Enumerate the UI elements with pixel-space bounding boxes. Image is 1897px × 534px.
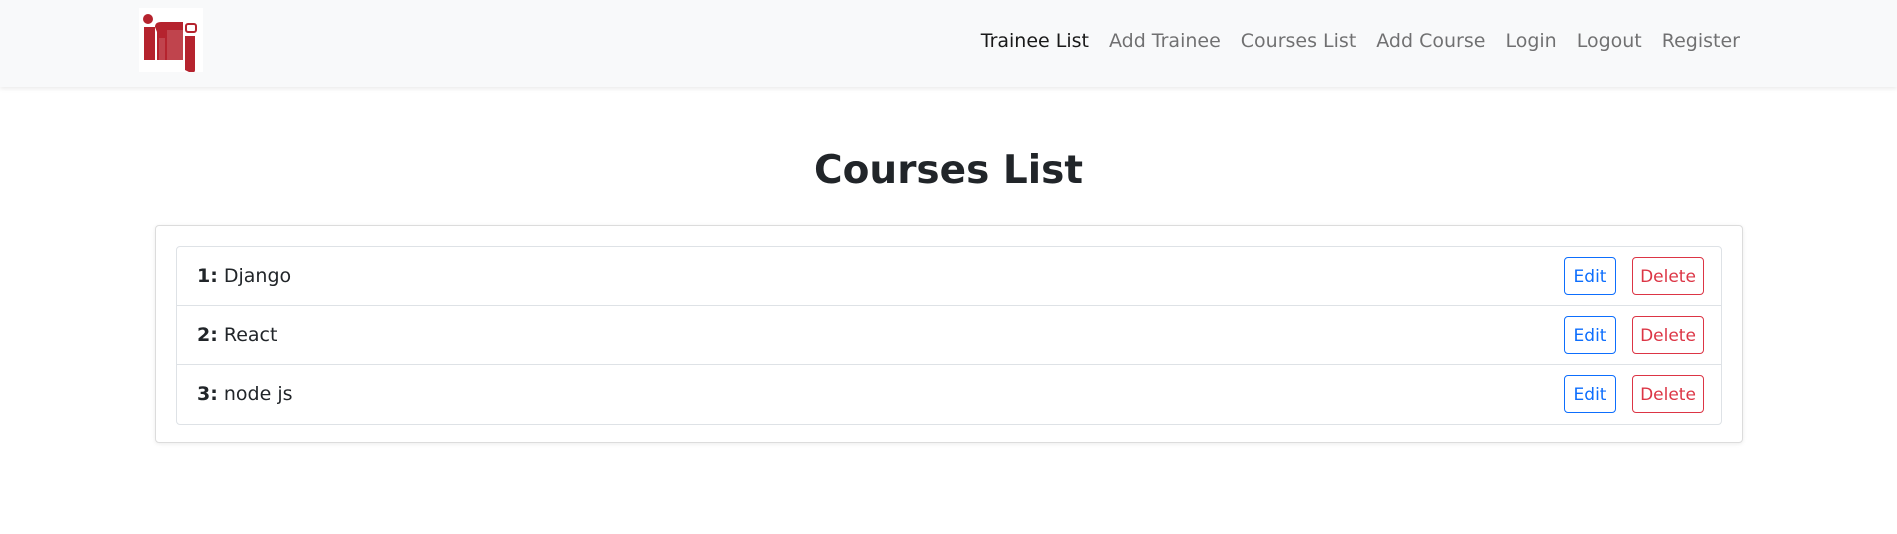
nav-link-trainee-list[interactable]: Trainee List [971, 30, 1099, 52]
course-number: 3: [197, 383, 218, 405]
nav-link-login[interactable]: Login [1495, 30, 1566, 52]
iti-logo-icon [139, 8, 203, 73]
course-row: 2: React Edit Delete [177, 306, 1721, 365]
nav-link-add-course[interactable]: Add Course [1366, 30, 1495, 52]
course-label: 3: node js [197, 365, 293, 424]
course-label: 1: Django [197, 247, 291, 306]
nav-link-register[interactable]: Register [1652, 30, 1750, 52]
page-title: Courses List [814, 148, 1083, 193]
delete-button[interactable]: Delete [1632, 316, 1704, 354]
course-number: 1: [197, 265, 218, 287]
edit-button[interactable]: Edit [1564, 257, 1616, 295]
nav-link-courses-list[interactable]: Courses List [1231, 30, 1366, 52]
edit-button[interactable]: Edit [1564, 375, 1616, 413]
edit-button[interactable]: Edit [1564, 316, 1616, 354]
course-number: 2: [197, 324, 218, 346]
nav-link-add-trainee[interactable]: Add Trainee [1099, 30, 1231, 52]
delete-button[interactable]: Delete [1632, 375, 1704, 413]
courses-card: 1: Django Edit Delete 2: React Edit Delete 3: … [155, 225, 1743, 443]
course-name: React [217, 324, 278, 346]
top-navbar: Trainee List Add Trainee Courses List Add C… [0, 0, 1897, 87]
course-name: Django [217, 265, 292, 287]
nav-link-logout[interactable]: Logout [1567, 30, 1652, 52]
course-name: node js [217, 383, 293, 405]
course-label: 2: React [197, 306, 277, 365]
iti-logo[interactable] [139, 8, 203, 73]
course-row: 3: node js Edit Delete [177, 365, 1721, 424]
nav-links: Trainee List Add Trainee Courses List Add C… [971, 0, 1750, 82]
courses-list: 1: Django Edit Delete 2: React Edit Delete 3: … [176, 246, 1722, 425]
delete-button[interactable]: Delete [1632, 257, 1704, 295]
course-row: 1: Django Edit Delete [177, 247, 1721, 306]
